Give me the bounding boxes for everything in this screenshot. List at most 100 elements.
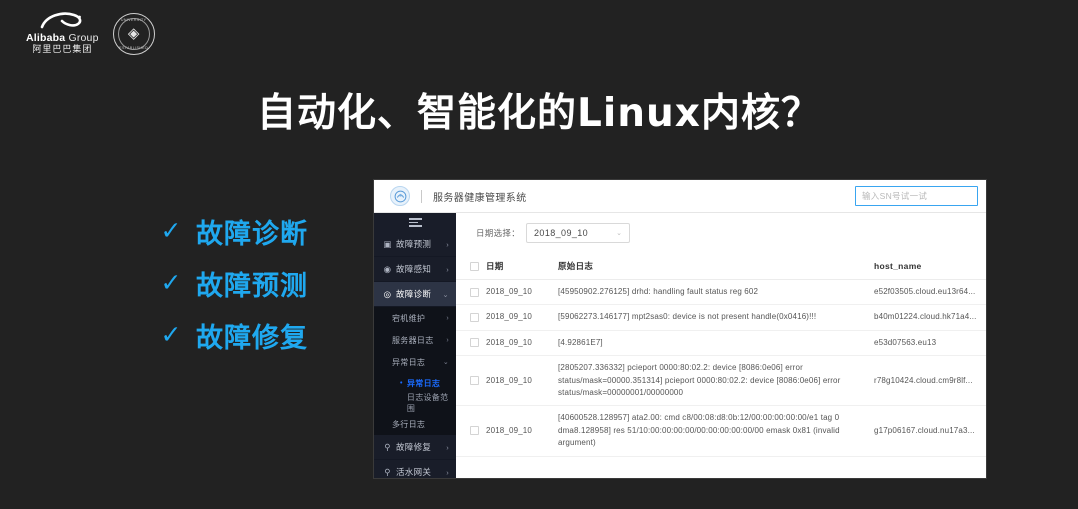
sidebar-subitem-label: 宕机维护 [392,313,426,323]
sidebar-item-fault-repair[interactable]: ⚲ 故障修复 › [374,435,456,460]
check-icon: ✓ [160,268,182,297]
sidebar-item-fault-prediction[interactable]: ▣ 故障预测 › [374,232,456,257]
row-checkbox[interactable] [470,426,479,436]
university-arc-bottom-text: ESTABLISHED [119,45,149,50]
university-arc-top-text: UNIVERSITY [120,17,147,22]
logs-table-head: 日期 原始日志 host_name [456,253,986,280]
alibaba-wordmark: Alibaba Group [26,32,99,44]
sidebar-item-fault-awareness[interactable]: ◉ 故障感知 › [374,257,456,282]
header-divider [421,189,422,203]
chevron-right-icon: › [446,467,449,477]
column-header-raw-log: 原始日志 [558,253,874,280]
chevron-down-icon: ⌄ [616,230,623,237]
sidebar-subitem-server-logs[interactable]: 服务器日志 › [374,329,456,351]
list-item: ✓ 故障修复 [160,309,308,361]
sidebar-item-label: 故障诊断 [396,289,432,299]
sidebar-subitem-label: 日志设备范围 [406,393,449,413]
table-row[interactable]: 2018_09_10 [45950902.276125] drhd: handl… [456,279,986,306]
row-select-cell [456,304,486,331]
stethoscope-icon: ◎ [383,288,392,299]
cell-raw-log: [45950902.276125] drhd: handling fault s… [558,279,874,306]
app-header: 服务器健康管理系统 输入SN号试一试 [374,180,986,213]
cell-date: 2018_09_10 [486,304,558,331]
cell-date: 2018_09_10 [486,279,558,306]
chart-icon: ▣ [383,238,392,249]
check-icon: ✓ [160,216,182,245]
university-crest-icon: ◈ [127,25,140,42]
main-content: 日期选择： 2018_09_10 ⌄ 日期 原始日志 host_name 201… [456,213,986,478]
cell-raw-log: [40600528.128957] ata2.00: cmd c8/00:08:… [558,405,874,457]
chevron-down-icon: ⌄ [442,359,449,366]
table-row[interactable]: 2018_09_10 [59062273.146177] mpt2sas0: d… [456,304,986,331]
sidebar-item-fault-diagnosis[interactable]: ◎ 故障诊断 ⌄ [374,282,456,307]
table-row[interactable]: 2018_09_10 [40600528.128957] ata2.00: cm… [456,405,986,457]
cell-host-name: b40m01224.cloud.hk71a4... [874,304,986,331]
alibaba-group-logo: Alibaba Group 阿里巴巴集团 [26,12,99,55]
sidebar-subitem-label: 异常日志 [392,357,426,367]
sidebar-item-label: 故障预测 [396,239,432,249]
alibaba-wordmark-group: Group [65,32,99,44]
chevron-right-icon: › [446,336,449,344]
bullet-label: 故障诊断 [196,218,308,250]
bullet-dot-icon: • [400,379,403,387]
sidebar-subitem-label: 异常日志 [407,378,441,388]
sidebar-subitem-multiline-logs[interactable]: 多行日志 [374,413,456,435]
chevron-right-icon: › [446,314,449,322]
row-checkbox[interactable] [470,338,479,348]
app-body: ▣ 故障预测 › ◉ 故障感知 › ◎ 故障诊断 ⌄ 宕机维护 › 服务器日志 … [374,213,986,478]
cell-host-name: e53d07563.eu13 [874,330,986,357]
sidebar-subitem-abnormal-logs[interactable]: 异常日志 ⌄ [374,351,456,373]
bullet-label: 故障修复 [196,322,308,354]
app-logo-icon [390,186,410,206]
university-seal-logo: UNIVERSITY ◈ ESTABLISHED [112,12,155,55]
alibaba-wordmark-cn: 阿里巴巴集团 [32,44,93,54]
chevron-right-icon: › [446,239,449,249]
cell-raw-log: [2805207.336332] pcieport 0000:80:02.2: … [558,355,874,407]
select-all-header [456,253,486,280]
sidebar-collapse-button[interactable] [374,213,456,232]
alibaba-mark-icon [36,12,88,31]
date-select[interactable]: 2018_09_10 ⌄ [526,223,631,243]
sidebar-item-label: 故障修复 [396,442,432,452]
row-checkbox[interactable] [470,313,479,323]
sidebar-subitem-label: 服务器日志 [392,335,434,345]
gateway-icon: ⚲ [384,466,391,477]
chevron-down-icon: ⌄ [442,289,449,299]
row-select-cell [456,279,486,306]
date-filter-label: 日期选择： [476,228,521,238]
hamburger-icon [408,216,422,228]
select-all-checkbox[interactable] [470,261,479,271]
alibaba-wordmark-bold: Alibaba [26,32,66,44]
sidebar-item-label: 活水网关 [396,467,432,477]
eye-icon: ◉ [383,263,392,274]
sidebar-subitem-log-device-scope[interactable]: 日志设备范围 [374,393,456,413]
sidebar-subitem-label: 多行日志 [392,419,426,429]
cell-host-name: g17p06167.cloud.nu17a3... [874,405,986,457]
cell-host-name: e52f03505.cloud.eu13r64... [874,279,986,306]
wrench-icon: ⚲ [384,441,391,452]
cell-raw-log: [4.92861E7] [558,330,874,357]
app-title: 服务器健康管理系统 [433,192,527,204]
sidebar-subitem-downtime-maintenance[interactable]: 宕机维护 › [374,307,456,329]
row-select-cell [456,405,486,457]
row-checkbox[interactable] [470,376,479,386]
sidebar-subitem-abnormal-logs-selected[interactable]: • 异常日志 [374,373,456,393]
date-select-value: 2018_09_10 [534,228,589,238]
page-title: 自动化、智能化的Linux内核？ [257,91,821,136]
chevron-right-icon: › [446,264,449,274]
row-select-cell [456,355,486,407]
table-row[interactable]: 2018_09_10 [2805207.336332] pcieport 000… [456,355,986,407]
sidebar-item-gateway[interactable]: ⚲ 活水网关 › [374,460,456,478]
row-checkbox[interactable] [470,287,479,297]
sidebar-item-label: 故障感知 [396,264,432,274]
slide-root: Alibaba Group 阿里巴巴集团 UNIVERSITY ◈ ESTABL… [0,0,1078,509]
row-select-cell [456,330,486,357]
chevron-right-icon: › [446,442,449,452]
sn-search-input[interactable]: 输入SN号试一试 [855,186,978,206]
list-item: ✓ 故障预测 [160,257,308,309]
table-row[interactable]: 2018_09_10 [4.92861E7] e53d07563.eu13 [456,330,986,357]
cell-date: 2018_09_10 [486,405,558,457]
filter-bar: 日期选择： 2018_09_10 ⌄ [456,213,986,253]
column-header-host-name: host_name [874,253,986,280]
bullet-label: 故障预测 [196,270,308,302]
